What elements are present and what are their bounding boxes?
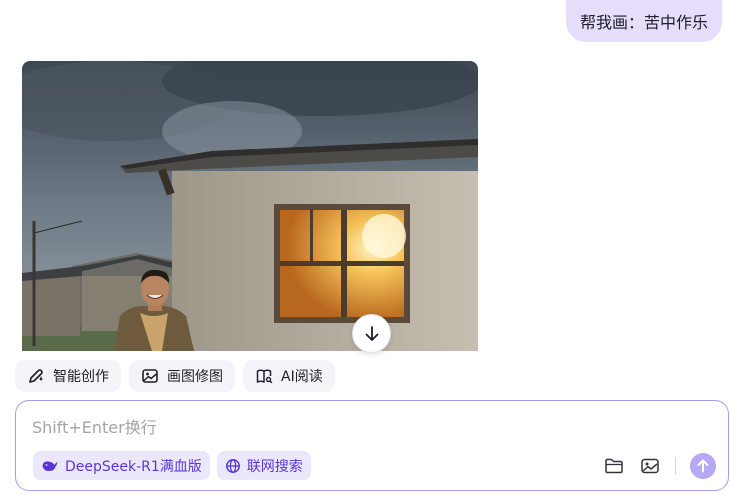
send-button[interactable] (690, 453, 716, 479)
quick-actions: 智能创作 画图修图 AI阅读 (15, 360, 335, 392)
scroll-down-button[interactable] (352, 314, 391, 353)
smart-create-label: 智能创作 (53, 369, 109, 385)
whale-icon (42, 460, 58, 471)
arrow-down-icon (365, 325, 378, 341)
attach-file-button[interactable] (603, 455, 625, 477)
book-reader-icon (256, 369, 273, 384)
composer-tools (603, 451, 716, 481)
user-message-bubble: 帮我画：苦中作乐 (565, 0, 722, 42)
deepseek-model-label: DeepSeek-R1满血版 (65, 458, 202, 475)
message-input[interactable] (32, 415, 592, 439)
globe-icon (225, 458, 240, 473)
folder-icon (605, 458, 623, 474)
ai-reading-chip[interactable]: AI阅读 (243, 360, 335, 392)
user-message-text: 帮我画：苦中作乐 (579, 13, 708, 32)
image-icon (641, 458, 659, 474)
ai-reading-label: AI阅读 (281, 369, 323, 385)
pen-sparkle-icon (29, 369, 43, 383)
deepseek-model-toggle[interactable]: DeepSeek-R1满血版 (33, 451, 210, 480)
chat-composer: DeepSeek-R1满血版 联网搜索 (15, 400, 729, 491)
image-edit-chip[interactable]: 画图修图 (129, 360, 235, 392)
generated-image-graphic (22, 61, 478, 351)
image-edit-label: 画图修图 (167, 369, 223, 385)
arrow-up-icon (697, 459, 709, 473)
composer-options: DeepSeek-R1满血版 联网搜索 (33, 451, 311, 480)
image-edit-icon (142, 369, 158, 383)
smart-create-chip[interactable]: 智能创作 (15, 360, 121, 392)
attach-image-button[interactable] (639, 455, 661, 477)
generated-image[interactable] (22, 61, 478, 351)
tools-divider (675, 457, 676, 475)
web-search-label: 联网搜索 (246, 458, 303, 475)
web-search-toggle[interactable]: 联网搜索 (216, 451, 311, 480)
